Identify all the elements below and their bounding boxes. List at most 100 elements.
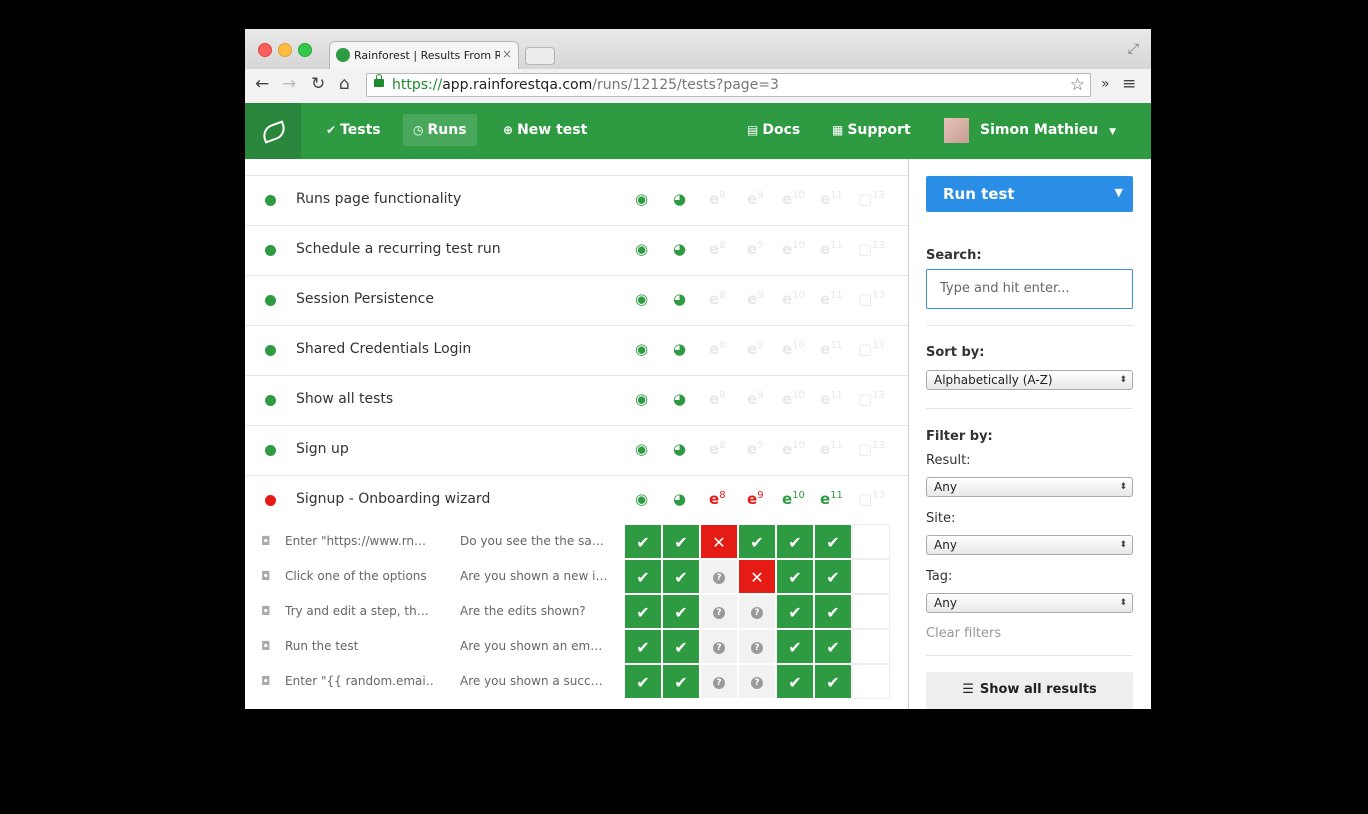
result-cell-unknown[interactable]: ?	[700, 629, 738, 664]
ie-icon[interactable]: e9	[747, 390, 764, 408]
ie-icon[interactable]: e8	[709, 440, 726, 458]
ie-icon[interactable]: e10	[782, 190, 805, 208]
safari-icon[interactable]: ▢13	[858, 190, 885, 208]
sort-select[interactable]: Alphabetically (A-Z) ⬍	[926, 370, 1133, 390]
ie-icon[interactable]: e10	[782, 340, 805, 358]
result-cell-unknown[interactable]: ?	[700, 594, 738, 629]
ie-icon[interactable]: e8	[709, 390, 726, 408]
bookmark-star-icon[interactable]: ☆	[1070, 75, 1085, 95]
firefox-icon[interactable]: ◕	[673, 290, 686, 308]
nav-docs[interactable]: ▤ Docs	[737, 114, 810, 146]
result-cell-pass[interactable]: ✔	[776, 594, 814, 629]
test-name[interactable]: Shared Credentials Login	[296, 341, 471, 357]
forward-icon[interactable]: →	[282, 74, 296, 94]
zoom-window-button[interactable]	[298, 43, 312, 57]
result-cell-pass[interactable]: ✔	[814, 664, 852, 699]
nav-tests[interactable]: ✔ Tests	[316, 114, 391, 146]
chrome-icon[interactable]: ◉	[635, 440, 648, 458]
ie-icon[interactable]: e8	[709, 340, 726, 358]
result-cell-pass[interactable]: ✔	[776, 524, 814, 559]
test-row[interactable]: Schedule a recurring test run ◉ ◕ e8 e9 e10 e1…	[245, 225, 908, 275]
user-menu[interactable]: Simon Mathieu ▼	[934, 114, 1126, 146]
ie-icon[interactable]: e10	[782, 290, 805, 308]
ie-icon[interactable]: e9	[747, 290, 764, 308]
home-icon[interactable]: ⌂	[339, 74, 350, 94]
ie-icon[interactable]: e8	[709, 490, 726, 508]
result-cell-pass[interactable]: ✔	[662, 629, 700, 664]
result-cell-unknown[interactable]: ?	[700, 664, 738, 699]
result-cell-pass[interactable]: ✔	[662, 594, 700, 629]
site-filter-select[interactable]: Any ⬍	[926, 535, 1133, 555]
ie-icon[interactable]: e10	[782, 490, 805, 508]
safari-icon[interactable]: ▢13	[858, 290, 885, 308]
result-cell-pass[interactable]: ✔	[624, 524, 662, 559]
result-cell-pass[interactable]: ✔	[624, 664, 662, 699]
chrome-icon[interactable]: ◉	[635, 390, 648, 408]
clear-filters-link[interactable]: Clear filters	[926, 626, 1001, 641]
run-test-button[interactable]: Run test ▼	[926, 176, 1133, 212]
result-cell-pass[interactable]: ✔	[662, 664, 700, 699]
close-window-button[interactable]	[258, 43, 272, 57]
result-cell-pass[interactable]: ✔	[776, 664, 814, 699]
nav-runs[interactable]: ◷ Runs	[403, 114, 477, 146]
reload-icon[interactable]: ↻	[311, 74, 325, 94]
ie-icon[interactable]: e11	[820, 190, 843, 208]
test-row[interactable]: Sign up ◉ ◕ e8 e9 e10 e11 ▢13	[245, 425, 908, 475]
ie-icon[interactable]: e8	[709, 190, 726, 208]
firefox-icon[interactable]: ◕	[673, 240, 686, 258]
firefox-icon[interactable]: ◕	[673, 490, 686, 508]
result-cell-pass[interactable]: ✔	[738, 524, 776, 559]
caret-down-icon[interactable]: ▼	[1115, 186, 1123, 199]
ie-icon[interactable]: e8	[709, 240, 726, 258]
chrome-icon[interactable]: ◉	[635, 190, 648, 208]
safari-icon[interactable]: ▢13	[858, 490, 885, 508]
result-cell-fail[interactable]: ✕	[700, 524, 738, 559]
ie-icon[interactable]: e9	[747, 190, 764, 208]
result-cell-unknown[interactable]: ?	[738, 629, 776, 664]
safari-icon[interactable]: ▢13	[858, 340, 885, 358]
ie-icon[interactable]: e11	[820, 490, 843, 508]
tag-filter-select[interactable]: Any ⬍	[926, 593, 1133, 613]
test-row[interactable]: Signup - Onboarding wizard ◉ ◕ e8 e9 e10 e11 ▢1…	[245, 475, 908, 525]
result-cell-pass[interactable]: ✔	[814, 559, 852, 594]
result-cell-pass[interactable]: ✔	[662, 559, 700, 594]
test-name[interactable]: Session Persistence	[296, 291, 434, 307]
firefox-icon[interactable]: ◕	[673, 390, 686, 408]
safari-icon[interactable]: ▢13	[858, 390, 885, 408]
test-row[interactable]: Show all tests ◉ ◕ e8 e9 e10 e11 ▢13	[245, 375, 908, 425]
chrome-icon[interactable]: ◉	[635, 240, 648, 258]
camera-icon[interactable]: ◘	[261, 569, 271, 583]
ie-icon[interactable]: e8	[709, 290, 726, 308]
result-cell-pass[interactable]: ✔	[776, 629, 814, 664]
test-name[interactable]: Schedule a recurring test run	[296, 241, 501, 257]
back-icon[interactable]: ←	[255, 74, 269, 94]
result-cell-pass[interactable]: ✔	[624, 594, 662, 629]
new-tab-button[interactable]	[525, 47, 555, 65]
result-cell-pass[interactable]: ✔	[814, 524, 852, 559]
safari-icon[interactable]: ▢13	[858, 440, 885, 458]
camera-icon[interactable]: ◘	[261, 674, 271, 688]
result-cell-unknown[interactable]: ?	[738, 594, 776, 629]
address-bar[interactable]: https://app.rainforestqa.com/runs/12125/…	[366, 73, 1091, 97]
chrome-icon[interactable]: ◉	[635, 290, 648, 308]
firefox-icon[interactable]: ◕	[673, 190, 686, 208]
ie-icon[interactable]: e11	[820, 440, 843, 458]
result-cell-fail[interactable]: ✕	[738, 559, 776, 594]
ie-icon[interactable]: e10	[782, 240, 805, 258]
chrome-icon[interactable]: ◉	[635, 340, 648, 358]
test-name[interactable]: Show all tests	[296, 391, 393, 407]
test-row[interactable]: Session Persistence ◉ ◕ e8 e9 e10 e11 ▢13	[245, 275, 908, 325]
test-row[interactable]: Runs page functionality ◉ ◕ e8 e9 e10 e11 ▢13	[245, 175, 908, 225]
extensions-icon[interactable]: »	[1101, 76, 1110, 92]
ie-icon[interactable]: e9	[747, 340, 764, 358]
test-row[interactable]: Shared Credentials Login ◉ ◕ e8 e9 e10 e11 ▢13	[245, 325, 908, 375]
result-filter-select[interactable]: Any ⬍	[926, 477, 1133, 497]
ie-icon[interactable]: e11	[820, 390, 843, 408]
ie-icon[interactable]: e10	[782, 390, 805, 408]
firefox-icon[interactable]: ◕	[673, 340, 686, 358]
camera-icon[interactable]: ◘	[261, 534, 271, 548]
nav-support[interactable]: ▦ Support	[822, 114, 921, 146]
ie-icon[interactable]: e9	[747, 490, 764, 508]
result-cell-pass[interactable]: ✔	[624, 559, 662, 594]
result-cell-unknown[interactable]: ?	[700, 559, 738, 594]
